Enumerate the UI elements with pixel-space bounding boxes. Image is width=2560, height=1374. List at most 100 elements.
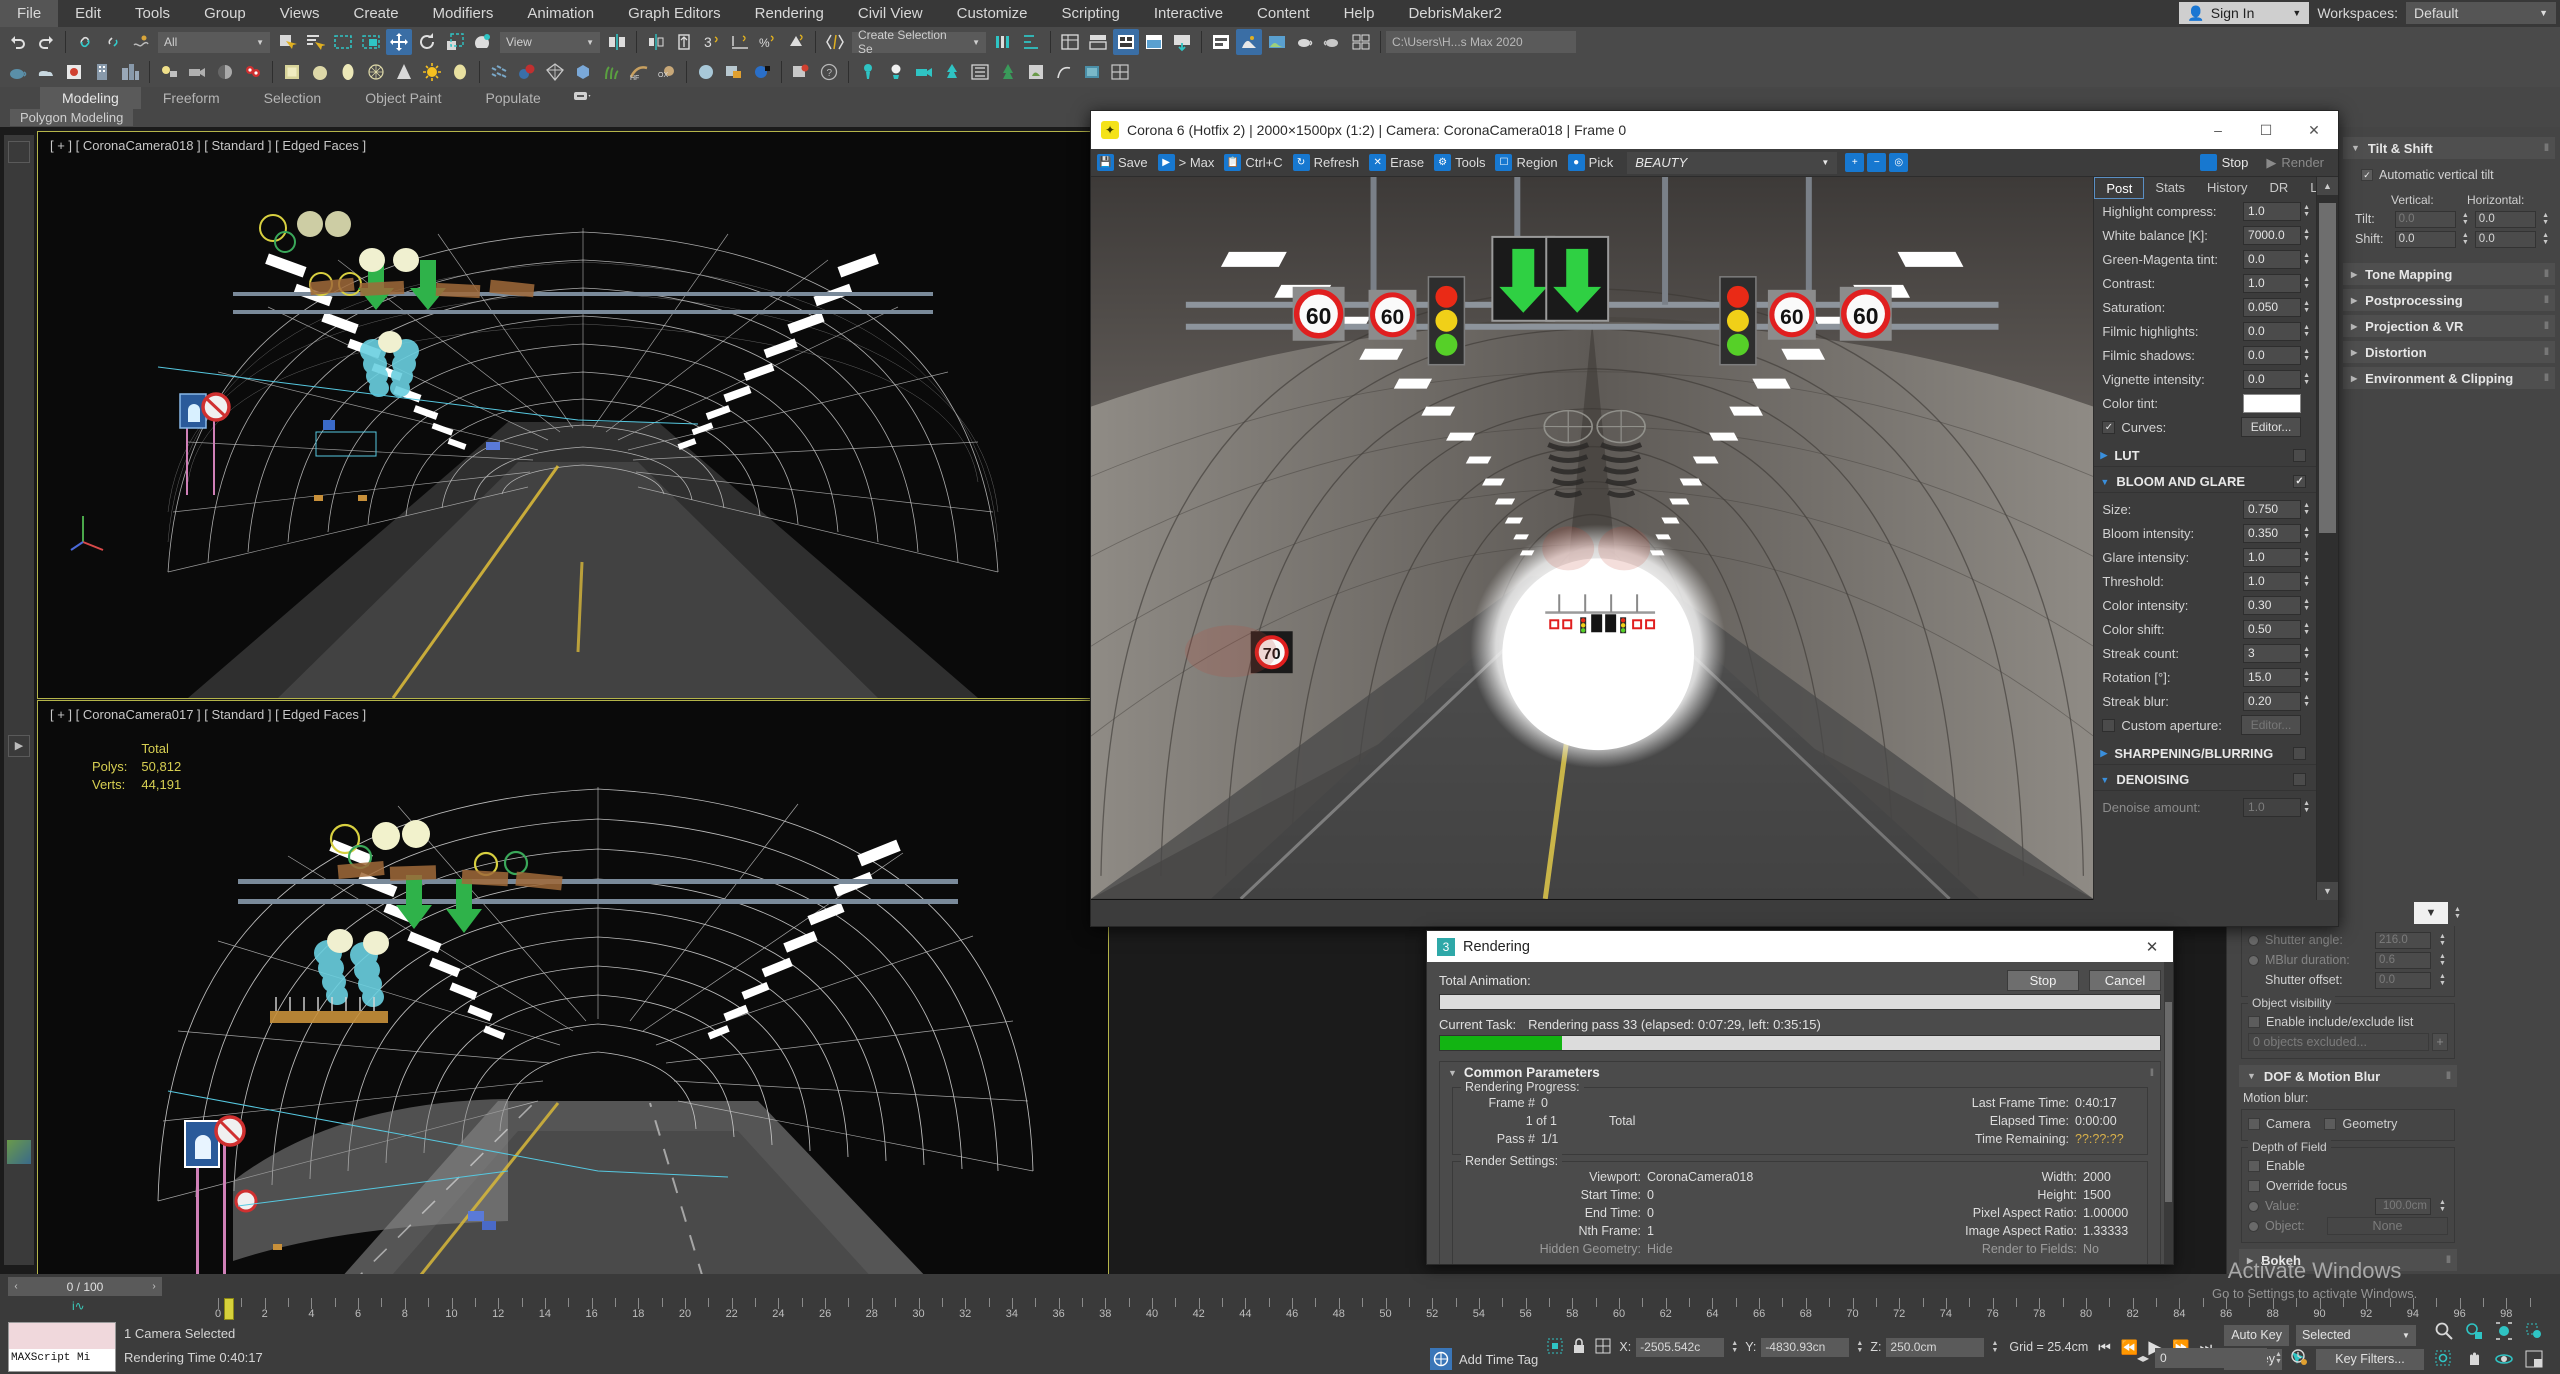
spinner-icon[interactable]: ▲ ▼ bbox=[2460, 210, 2471, 229]
rectangular-selection-region-icon[interactable] bbox=[330, 29, 356, 55]
corona-help-icon[interactable]: ? bbox=[816, 59, 842, 85]
align-icon[interactable] bbox=[671, 29, 697, 55]
frame-display[interactable]: 0 / 100 bbox=[24, 1277, 146, 1296]
checkbox-checked-icon[interactable]: ✓ bbox=[2361, 169, 2373, 181]
material-sphere-icon[interactable] bbox=[514, 59, 540, 85]
shutter-offset-field[interactable]: 0.0 bbox=[2375, 971, 2431, 989]
vfb-refresh-button[interactable]: ↻ Refresh bbox=[1291, 151, 1366, 175]
rollout-header-bokeh[interactable]: ▶ Bokeh III bbox=[2239, 1249, 2457, 1271]
tilt-vertical-field[interactable]: 0.0 bbox=[2394, 210, 2456, 228]
threshold-field[interactable]: 1.0 bbox=[2243, 571, 2302, 591]
light-icon[interactable] bbox=[156, 59, 182, 85]
zoom-in-icon[interactable]: + bbox=[1845, 153, 1865, 172]
spinner-icon[interactable]: ▲ ▼ bbox=[2301, 798, 2312, 817]
vfb-rendered-image[interactable]: 60 60 60 60 70 bbox=[1091, 177, 2094, 900]
spinner-icon[interactable]: ▲ ▼ bbox=[2301, 274, 2312, 293]
vfb-render-pass-select[interactable]: BEAUTY ▼ bbox=[1627, 151, 1838, 174]
corona-vfb-window[interactable]: Corona 6 (Hotfix 2) | 2000×1500px (1:2) … bbox=[1090, 110, 2339, 927]
vfb-send-to-max-button[interactable]: ▶ > Max bbox=[1156, 151, 1221, 175]
checkbox-icon[interactable] bbox=[2248, 1016, 2260, 1028]
scroll-down-icon[interactable]: ▼ bbox=[2317, 882, 2338, 900]
viewport-max-toggle-icon[interactable]: ▶ bbox=[8, 735, 30, 757]
sun-light-icon[interactable] bbox=[419, 59, 445, 85]
chevron-down-button[interactable]: ▼ bbox=[2414, 902, 2448, 924]
particle-system-icon[interactable] bbox=[240, 59, 266, 85]
viewcube-icon[interactable] bbox=[7, 1140, 31, 1164]
previous-frame-icon[interactable]: ⏪ bbox=[2121, 1339, 2138, 1356]
close-button[interactable]: ✕ bbox=[2131, 938, 2173, 956]
prev-frame-button[interactable]: ‹ bbox=[8, 1277, 24, 1296]
section-denoising[interactable]: ▼ DENOISING bbox=[2094, 769, 2317, 791]
box-primitive-icon[interactable] bbox=[279, 59, 305, 85]
curve-editor-icon[interactable] bbox=[727, 29, 753, 55]
corona-light-icon[interactable] bbox=[883, 59, 909, 85]
orbit-icon[interactable] bbox=[2494, 1349, 2520, 1373]
vfb-save-button[interactable]: 💾 Save bbox=[1095, 151, 1154, 175]
spinner-icon[interactable]: ▲ ▼ bbox=[2301, 620, 2312, 639]
vfb-tab-stats[interactable]: Stats bbox=[2144, 177, 2196, 199]
bloom-intensity-field[interactable]: 0.350 bbox=[2243, 523, 2302, 543]
render-setup-icon[interactable] bbox=[1113, 29, 1139, 55]
streak-count-field[interactable]: 3 bbox=[2243, 643, 2302, 663]
checkbox-icon[interactable] bbox=[2324, 1118, 2337, 1130]
render-preview-icon[interactable] bbox=[1264, 29, 1290, 55]
corona-sun-icon[interactable] bbox=[855, 59, 881, 85]
menu-item-modifiers[interactable]: Modifiers bbox=[416, 0, 511, 27]
dome-light-icon[interactable] bbox=[447, 59, 473, 85]
menu-item-rendering[interactable]: Rendering bbox=[738, 0, 841, 27]
rotation-field[interactable]: 15.0 bbox=[2243, 667, 2302, 687]
mblur-duration-field[interactable]: 0.6 bbox=[2375, 951, 2431, 969]
rollout-header-distortion[interactable]: ▶ Distortion III bbox=[2343, 341, 2555, 363]
vfb-panel-scrollbar[interactable]: ▲ ▼ bbox=[2316, 177, 2338, 900]
spinner-icon[interactable]: ▲ ▼ bbox=[2301, 346, 2312, 365]
teapot-preview-icon[interactable] bbox=[1292, 29, 1318, 55]
vfb-title-bar[interactable]: Corona 6 (Hotfix 2) | 2000×1500px (1:2) … bbox=[1091, 111, 2338, 149]
checkbox-icon[interactable] bbox=[2248, 1160, 2260, 1172]
manage-layers-icon[interactable] bbox=[1057, 29, 1083, 55]
stop-button[interactable]: Stop bbox=[2007, 970, 2079, 991]
curves-editor-button[interactable]: Editor... bbox=[2241, 417, 2302, 437]
railclone-icon[interactable] bbox=[967, 59, 993, 85]
vfb-tab-dr[interactable]: DR bbox=[2258, 177, 2299, 199]
zoom-extents-icon[interactable] bbox=[2494, 1321, 2520, 1345]
time-ruler[interactable]: i∿ 0 2 4 6 8 10 12 14 16 18 20 22 24 26 28 30 32 34 36 38 40… bbox=[8, 1298, 2552, 1320]
ribbon-tab-populate[interactable]: Populate bbox=[463, 87, 562, 109]
bind-to-space-warp-icon[interactable] bbox=[128, 29, 154, 55]
ribbon-panel-polygon-modeling[interactable]: Polygon Modeling bbox=[10, 109, 134, 126]
vfb-tab-post[interactable]: Post bbox=[2094, 177, 2145, 199]
rendering-dialog-title-bar[interactable]: 3 Rendering ✕ bbox=[1427, 931, 2173, 962]
menu-item-views[interactable]: Views bbox=[263, 0, 337, 27]
vfb-copy-button[interactable]: 📋 Ctrl+C bbox=[1222, 151, 1288, 175]
time-configuration-icon[interactable] bbox=[2290, 1348, 2310, 1368]
helper-icon[interactable] bbox=[212, 59, 238, 85]
add-exclusion-button[interactable]: + bbox=[2432, 1033, 2448, 1051]
menu-item-debrismaker2[interactable]: DebrisMaker2 bbox=[1391, 0, 1518, 27]
sharpening-checkbox[interactable] bbox=[2293, 747, 2307, 760]
ribbon-tab-freeform[interactable]: Freeform bbox=[141, 87, 242, 109]
rollout-header-projection-vr[interactable]: ▶ Projection & VR III bbox=[2343, 315, 2555, 337]
spinner-icon[interactable]: ▲ ▼ bbox=[2301, 500, 2312, 519]
teapot-alt-icon[interactable] bbox=[1320, 29, 1346, 55]
spinner-icon[interactable]: ▲ ▼ bbox=[2301, 524, 2312, 543]
go-to-start-icon[interactable]: ⏮ bbox=[2098, 1339, 2111, 1356]
window-crossing-icon[interactable] bbox=[358, 29, 384, 55]
maxscript-mini-listener[interactable]: MAXScript Mi bbox=[8, 1322, 116, 1372]
coord-x-field[interactable]: -2505.542c bbox=[1636, 1337, 1725, 1357]
contrast-field[interactable]: 1.0 bbox=[2243, 273, 2302, 293]
tilt-horizontal-field[interactable]: 0.0 bbox=[2474, 210, 2537, 228]
zoom-out-icon[interactable]: − bbox=[1867, 153, 1887, 172]
spinner-icon[interactable]: ▲ ▼ bbox=[2301, 692, 2312, 711]
render-frame-window-icon[interactable] bbox=[1236, 29, 1262, 55]
cancel-button[interactable]: Cancel bbox=[2089, 970, 2161, 991]
mblur-duration-row[interactable]: MBlur duration: 0.6 ▲ ▼ bbox=[2248, 950, 2448, 970]
denoising-checkbox[interactable] bbox=[2293, 773, 2307, 786]
spinner-icon[interactable]: ▲ ▼ bbox=[2437, 931, 2448, 950]
denoise-amount-field[interactable]: 1.0 bbox=[2243, 797, 2302, 817]
ribbon-tab-object-paint[interactable]: Object Paint bbox=[343, 87, 463, 109]
shutter-angle-row[interactable]: Shutter angle: 216.0 ▲ ▼ bbox=[2248, 930, 2448, 950]
teapot-primitive-icon[interactable] bbox=[5, 59, 31, 85]
tree-icon[interactable] bbox=[995, 59, 1021, 85]
image-asset-icon[interactable] bbox=[61, 59, 87, 85]
key-mode-select[interactable]: Selected ▼ bbox=[2295, 1324, 2416, 1346]
menu-item-help[interactable]: Help bbox=[1327, 0, 1392, 27]
